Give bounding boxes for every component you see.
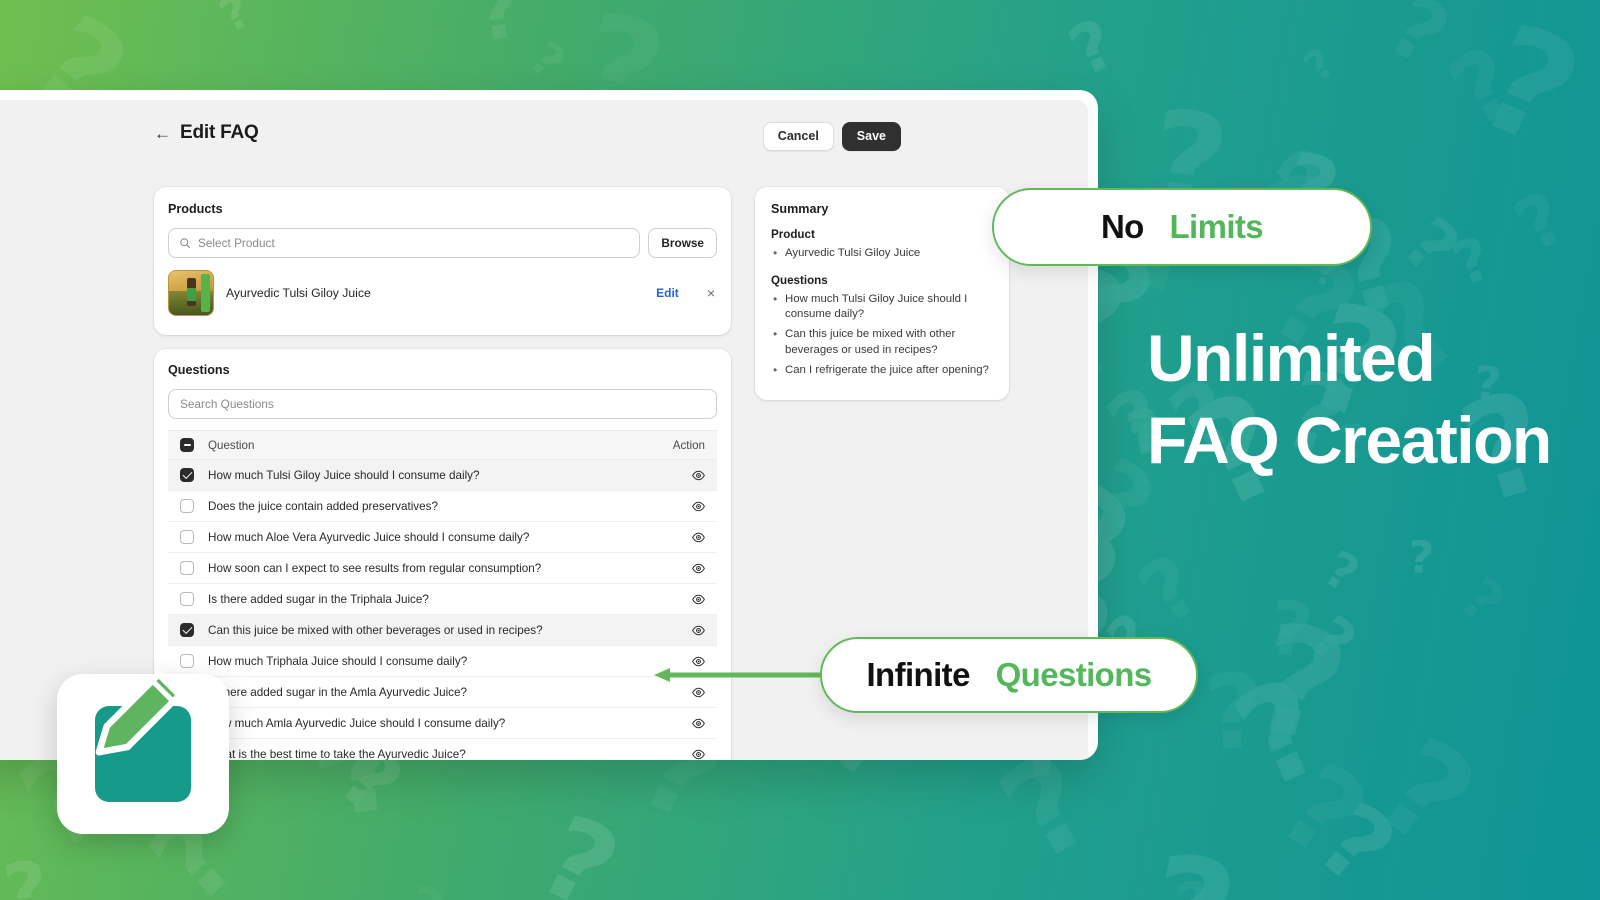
question-text: What is the best time to take the Ayurve… — [208, 747, 466, 761]
column-header-question: Question — [208, 438, 255, 452]
row-checkbox[interactable] — [180, 530, 194, 544]
back-arrow-icon[interactable]: ← — [154, 125, 171, 142]
eye-icon[interactable] — [692, 562, 705, 575]
eye-icon[interactable] — [692, 593, 705, 606]
summary-questions-list: How much Tulsi Giloy Juice should I cons… — [771, 291, 993, 379]
table-row[interactable]: How soon can I expect to see results fro… — [168, 553, 717, 584]
app-header: ← Edit FAQ Cancel Save — [0, 100, 1088, 176]
browse-button[interactable]: Browse — [648, 228, 717, 258]
column-header-action: Action — [672, 438, 705, 452]
question-text: How much Aloe Vera Ayurvedic Juice shoul… — [208, 530, 530, 544]
breadcrumb: ← Edit FAQ — [154, 122, 259, 144]
row-action-cell — [683, 717, 705, 730]
product-list-item: Ayurvedic Tulsi Giloy Juice Edit × — [168, 270, 717, 316]
summary-title: Summary — [771, 202, 829, 216]
questions-table: Question Action How much Tulsi Giloy Jui… — [168, 430, 717, 760]
question-text: Is there added sugar in the Amla Ayurved… — [208, 685, 468, 699]
row-action-cell — [683, 748, 705, 761]
products-panel: Products Select Product Browse Ayurvedic… — [154, 187, 731, 335]
table-row[interactable]: Is there added sugar in the Amla Ayurved… — [168, 677, 717, 708]
table-row[interactable]: How much Triphala Juice should I consume… — [168, 646, 717, 677]
product-search-row: Select Product Browse — [168, 228, 717, 258]
eye-icon[interactable] — [692, 624, 705, 637]
table-row[interactable]: Can this juice be mixed with other bever… — [168, 615, 717, 646]
product-search-placeholder: Select Product — [198, 236, 275, 250]
table-row[interactable]: What is the best time to take the Ayurve… — [168, 739, 717, 760]
products-title: Products — [168, 202, 223, 216]
row-checkbox[interactable] — [180, 468, 194, 482]
questions-table-header: Question Action — [168, 430, 717, 460]
eye-icon[interactable] — [692, 500, 705, 513]
product-thumbnail — [168, 270, 214, 316]
row-checkbox[interactable] — [180, 499, 194, 513]
questions-search-input[interactable]: Search Questions — [168, 389, 717, 419]
table-row[interactable]: How much Tulsi Giloy Juice should I cons… — [168, 460, 717, 491]
product-remove-icon[interactable]: × — [707, 285, 715, 301]
row-checkbox[interactable] — [180, 592, 194, 606]
table-row[interactable]: Is there added sugar in the Triphala Jui… — [168, 584, 717, 615]
summary-question-item: Can I refrigerate the juice after openin… — [771, 362, 993, 379]
questions-search-placeholder: Search Questions — [180, 397, 274, 411]
eye-icon[interactable] — [692, 717, 705, 730]
question-text: Is there added sugar in the Triphala Jui… — [208, 592, 429, 606]
product-name: Ayurvedic Tulsi Giloy Juice — [226, 286, 371, 300]
infinite-word-1: Infinite — [866, 656, 970, 693]
summary-panel: Summary Product Ayurvedic Tulsi Giloy Ju… — [755, 187, 1009, 401]
eye-icon[interactable] — [692, 469, 705, 482]
product-edit-link[interactable]: Edit — [656, 286, 679, 300]
page-title: Edit FAQ — [180, 122, 259, 143]
summary-question-item: How much Tulsi Giloy Juice should I cons… — [771, 291, 993, 323]
eye-icon[interactable] — [692, 748, 705, 761]
cancel-button[interactable]: Cancel — [762, 122, 834, 151]
eye-icon[interactable] — [692, 531, 705, 544]
search-icon — [180, 238, 191, 249]
product-search-input[interactable]: Select Product — [168, 228, 641, 258]
eye-icon[interactable] — [692, 686, 705, 699]
row-action-cell — [683, 500, 705, 513]
pointer-arrow-icon — [654, 668, 826, 682]
question-text: How much Amla Ayurvedic Juice should I c… — [208, 716, 506, 730]
app-icon-tile — [57, 670, 229, 834]
question-text: How soon can I expect to see results fro… — [208, 561, 542, 575]
no-limits-word-1: No — [1100, 208, 1144, 245]
no-limits-word-2: Limits — [1169, 208, 1264, 245]
questions-title: Questions — [168, 363, 230, 377]
promo-banner: ????????????????????????????????????????… — [0, 0, 1600, 900]
no-limits-badge: No Limits — [992, 188, 1372, 266]
table-row[interactable]: Does the juice contain added preservativ… — [168, 491, 717, 522]
infinite-questions-text: Infinite Questions — [866, 656, 1153, 694]
infinite-word-2: Questions — [995, 656, 1153, 693]
save-button[interactable]: Save — [841, 122, 901, 151]
header-actions: Cancel Save — [762, 122, 901, 151]
question-text: Does the juice contain added preservativ… — [208, 499, 438, 513]
table-row[interactable]: How much Aloe Vera Ayurvedic Juice shoul… — [168, 522, 717, 553]
question-text: Can this juice be mixed with other bever… — [208, 623, 543, 637]
row-checkbox[interactable] — [180, 623, 194, 637]
question-text: How much Tulsi Giloy Juice should I cons… — [208, 468, 480, 482]
marketing-headline: Unlimited FAQ Creation — [1147, 321, 1552, 477]
question-text: How much Triphala Juice should I consume… — [208, 654, 468, 668]
summary-product-heading: Product — [771, 228, 815, 241]
questions-panel: Questions Search Questions Question Acti… — [154, 349, 731, 760]
no-limits-text: No Limits — [1100, 208, 1264, 246]
select-all-checkbox[interactable] — [180, 438, 194, 452]
summary-product-list: Ayurvedic Tulsi Giloy Juice — [771, 245, 993, 262]
pencil-icon — [95, 670, 183, 756]
row-action-cell — [683, 531, 705, 544]
row-action-cell — [683, 593, 705, 606]
row-action-cell — [683, 624, 705, 637]
summary-product-item: Ayurvedic Tulsi Giloy Juice — [771, 245, 993, 262]
infinite-questions-badge: Infinite Questions — [820, 637, 1198, 713]
row-action-cell — [683, 562, 705, 575]
summary-questions-heading: Questions — [771, 273, 828, 287]
summary-question-item: Can this juice be mixed with other bever… — [771, 326, 993, 358]
table-row[interactable]: How much Amla Ayurvedic Juice should I c… — [168, 708, 717, 739]
row-action-cell — [683, 469, 705, 482]
questions-table-body: How much Tulsi Giloy Juice should I cons… — [168, 460, 717, 760]
row-action-cell — [683, 686, 705, 699]
row-checkbox[interactable] — [180, 561, 194, 575]
